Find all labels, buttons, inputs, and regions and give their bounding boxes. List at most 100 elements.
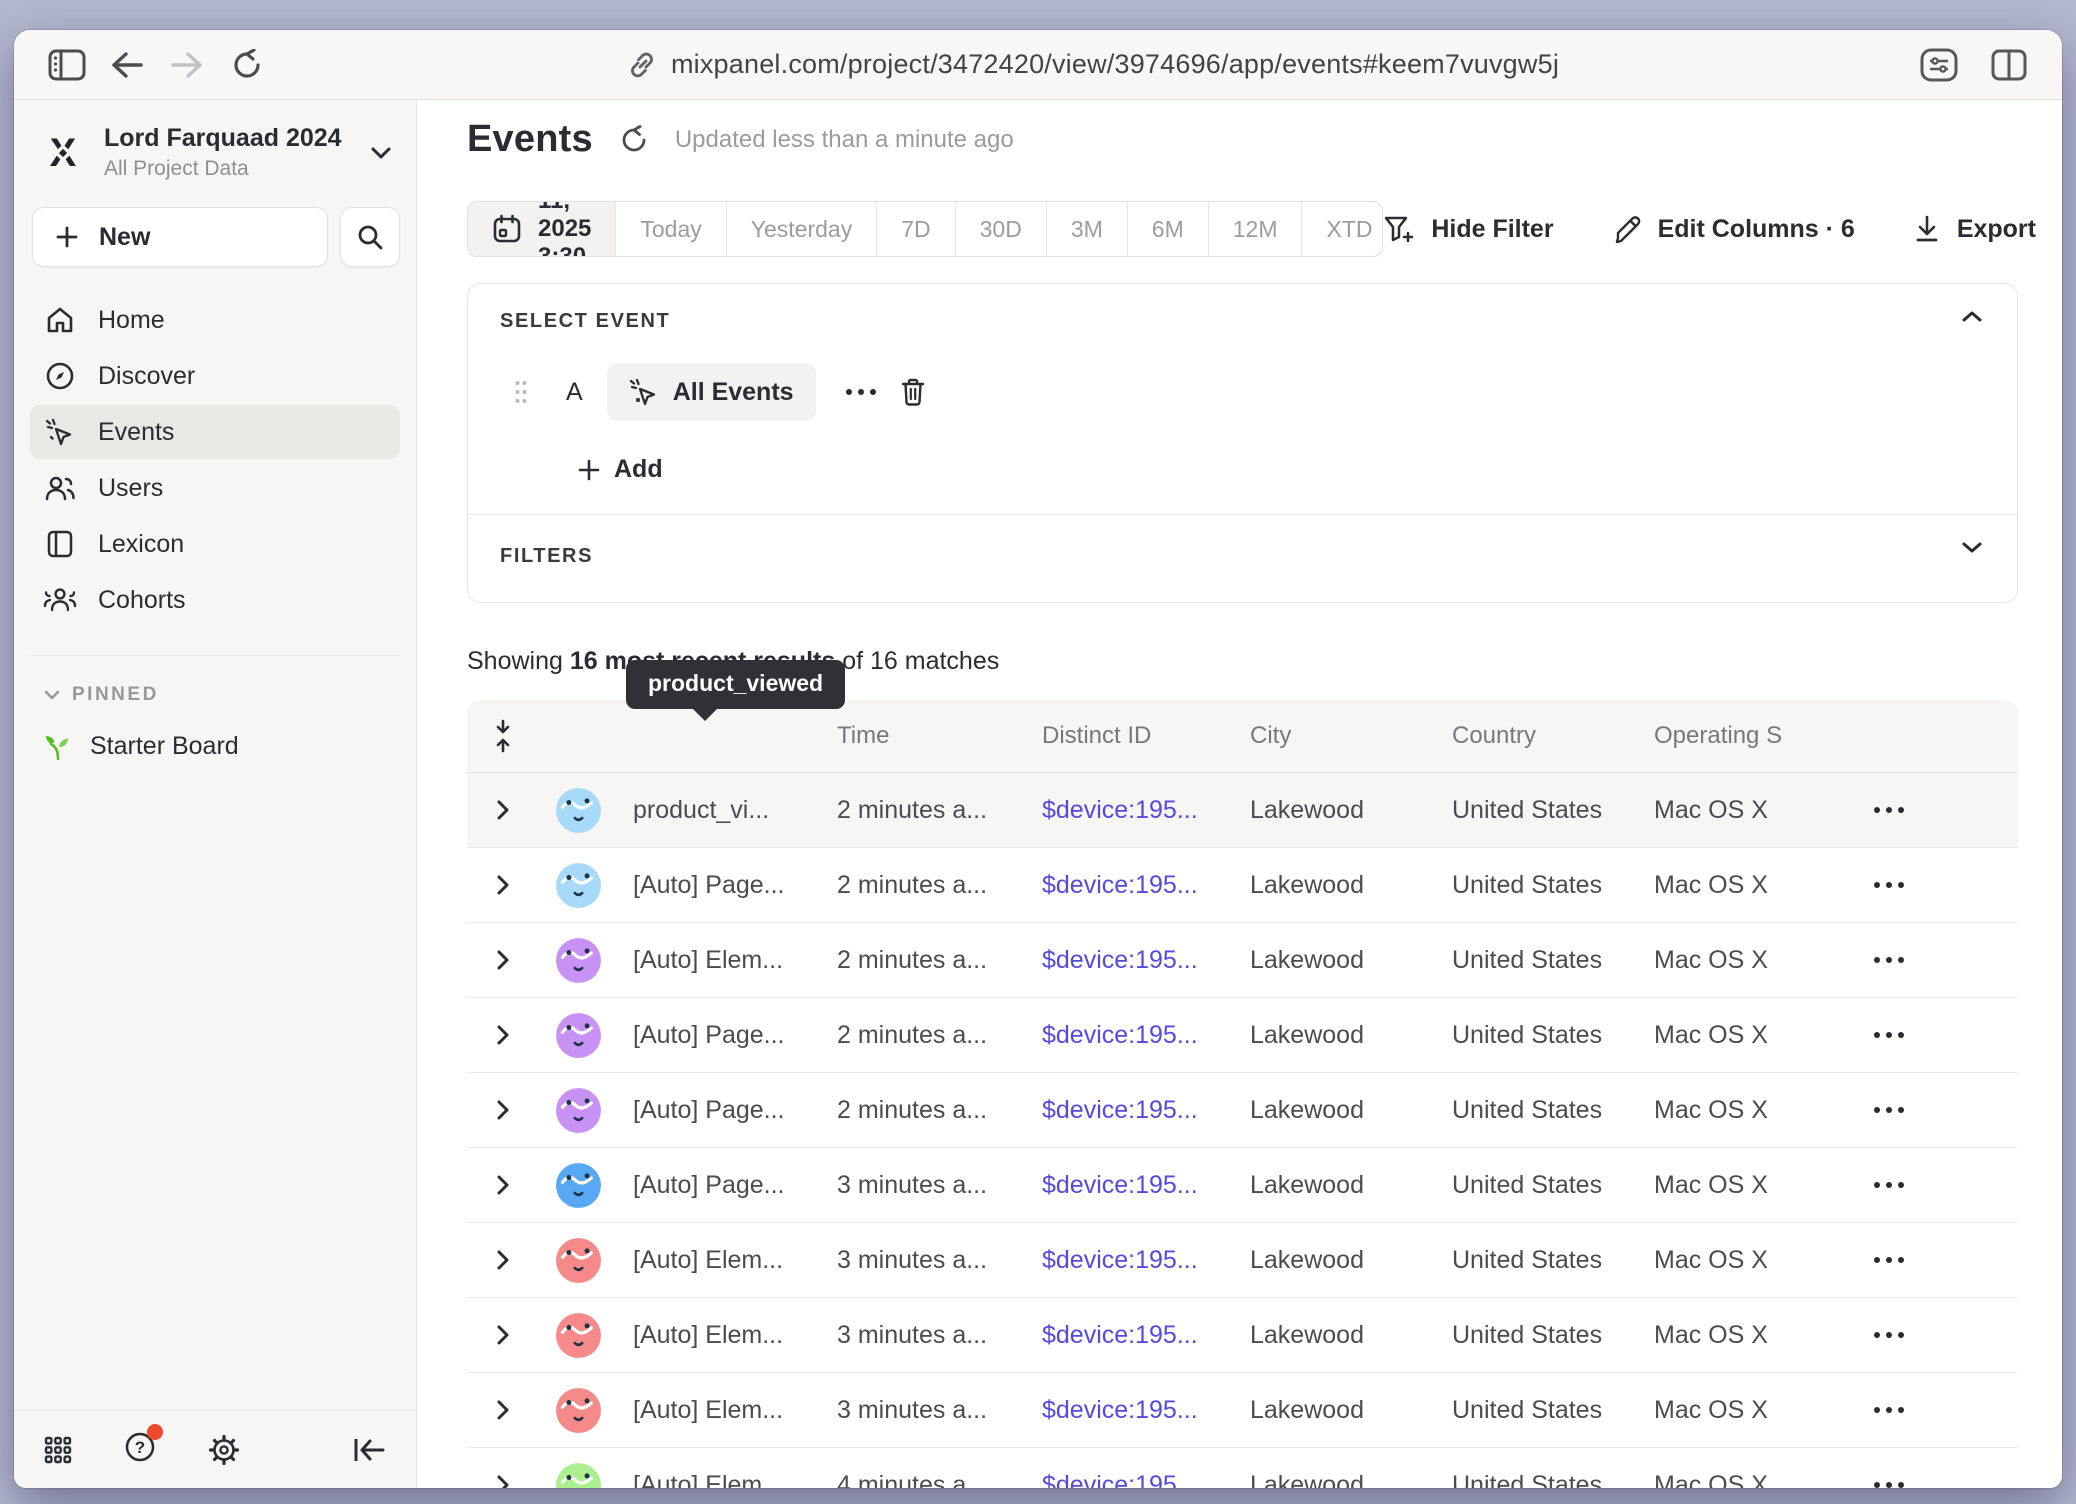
table-row[interactable]: [Auto] Elem... 3 minutes a... $device:19…: [467, 1372, 2018, 1447]
collapse-sidebar-icon[interactable]: [352, 1437, 386, 1463]
split-view-icon[interactable]: [1986, 42, 2032, 88]
sidebar-item-cohorts[interactable]: Cohorts: [30, 573, 400, 627]
row-actions-button[interactable]: [1874, 1332, 1904, 1338]
row-actions-button[interactable]: [1874, 1257, 1904, 1263]
column-header-os[interactable]: Operating S: [1646, 722, 1844, 750]
sidebar-item-events[interactable]: Events: [30, 405, 400, 459]
row-expand-chevron[interactable]: [496, 1249, 510, 1271]
row-actions-button[interactable]: [1874, 1407, 1904, 1413]
row-expand-chevron[interactable]: [496, 1399, 510, 1421]
row-actions-button[interactable]: [1874, 957, 1904, 963]
cell-distinct-id[interactable]: $device:195...: [1034, 871, 1242, 900]
column-header-time[interactable]: Time: [829, 722, 1034, 750]
table-row[interactable]: [Auto] Page... 2 minutes a... $device:19…: [467, 847, 2018, 922]
column-header-country[interactable]: Country: [1444, 722, 1646, 750]
apps-grid-icon[interactable]: [44, 1436, 72, 1464]
cell-distinct-id[interactable]: $device:195...: [1034, 1396, 1242, 1425]
drag-handle-icon[interactable]: [514, 379, 528, 405]
row-expand-chevron[interactable]: [496, 1099, 510, 1121]
row-expand-chevron[interactable]: [496, 1324, 510, 1346]
cell-distinct-id[interactable]: $device:195...: [1034, 1096, 1242, 1125]
table-row[interactable]: product_vi... 2 minutes a... $device:195…: [467, 772, 2018, 847]
preset-12m[interactable]: 12M: [1208, 202, 1302, 256]
cell-distinct-id[interactable]: $device:195...: [1034, 1321, 1242, 1350]
cell-distinct-id[interactable]: $device:195...: [1034, 1171, 1242, 1200]
cell-distinct-id[interactable]: $device:195...: [1034, 1246, 1242, 1275]
trash-icon[interactable]: [900, 377, 926, 407]
column-header-distinct-id[interactable]: Distinct ID: [1034, 722, 1242, 750]
preset-3m[interactable]: 3M: [1046, 202, 1127, 256]
table-row[interactable]: [Auto] Page... 2 minutes a... $device:19…: [467, 1072, 2018, 1147]
new-button[interactable]: New: [32, 207, 328, 267]
preset-30d[interactable]: 30D: [955, 202, 1046, 256]
event-row-label: A: [566, 378, 583, 407]
cell-country: United States: [1444, 1096, 1646, 1125]
collapse-rows-icon[interactable]: [492, 719, 514, 753]
row-expand-chevron[interactable]: [496, 949, 510, 971]
cell-distinct-id[interactable]: $device:195...: [1034, 1471, 1242, 1489]
cell-event-name: [Auto] Elem...: [625, 1246, 829, 1275]
sidebar-item-lexicon[interactable]: Lexicon: [30, 517, 400, 571]
table-row[interactable]: [Auto] Elem... 3 minutes a... $device:19…: [467, 1222, 2018, 1297]
sidebar-item-home[interactable]: Home: [30, 293, 400, 347]
refresh-icon[interactable]: [619, 125, 649, 155]
cell-distinct-id[interactable]: $device:195...: [1034, 946, 1242, 975]
row-expand-chevron[interactable]: [496, 1474, 510, 1488]
row-actions-button[interactable]: [1874, 1032, 1904, 1038]
row-actions-button[interactable]: [1874, 1482, 1904, 1488]
preset-yesterday[interactable]: Yesterday: [726, 202, 876, 256]
pencil-icon: [1612, 214, 1642, 244]
date-picker-button[interactable]: Mar 11, 2025 3:30 pm: [468, 202, 615, 256]
page-settings-icon[interactable]: [1916, 42, 1962, 88]
row-expand-chevron[interactable]: [496, 1024, 510, 1046]
reload-button[interactable]: [224, 42, 270, 88]
row-actions-button[interactable]: [1874, 1182, 1904, 1188]
cell-city: Lakewood: [1242, 1096, 1444, 1125]
row-expand-chevron[interactable]: [496, 1174, 510, 1196]
sidebar-item-starter-board[interactable]: Starter Board: [14, 706, 416, 761]
row-actions-button[interactable]: [1874, 1107, 1904, 1113]
table-row[interactable]: [Auto] Elem... 2 minutes a... $device:19…: [467, 922, 2018, 997]
table-row[interactable]: [Auto] Page... 3 minutes a... $device:19…: [467, 1147, 2018, 1222]
column-header-city[interactable]: City: [1242, 722, 1444, 750]
edit-columns-button[interactable]: Edit Columns · 6: [1612, 214, 1855, 244]
row-actions-button[interactable]: [1874, 807, 1904, 813]
hide-filter-button[interactable]: Hide Filter: [1383, 214, 1553, 244]
address-bar[interactable]: mixpanel.com/project/3472420/view/397469…: [284, 49, 1902, 80]
settings-gear-icon[interactable]: [208, 1434, 240, 1466]
export-button[interactable]: Export: [1913, 214, 2036, 244]
pinned-section-toggle[interactable]: PINNED: [14, 656, 416, 706]
row-expand-chevron[interactable]: [496, 799, 510, 821]
svg-text:?: ?: [135, 1438, 145, 1457]
sidebar-item-users[interactable]: Users: [30, 461, 400, 515]
preset-xtd[interactable]: XTD: [1301, 202, 1383, 256]
forward-button[interactable]: [164, 42, 210, 88]
chevron-down-icon[interactable]: [1961, 541, 1983, 554]
plus-icon: [55, 225, 79, 249]
chevron-up-icon[interactable]: [1961, 310, 1983, 323]
sidebar-item-discover[interactable]: Discover: [30, 349, 400, 403]
cell-city: Lakewood: [1242, 1396, 1444, 1425]
sidebar-item-label: Home: [98, 306, 165, 335]
cell-os: Mac OS X: [1646, 1246, 1844, 1275]
cell-event-name: [Auto] Elem...: [625, 1471, 829, 1489]
lexicon-icon: [46, 529, 74, 559]
back-button[interactable]: [104, 42, 150, 88]
table-row[interactable]: [Auto] Elem... 3 minutes a... $device:19…: [467, 1297, 2018, 1372]
row-actions-button[interactable]: [1874, 882, 1904, 888]
table-row[interactable]: [Auto] Page... 2 minutes a... $device:19…: [467, 997, 2018, 1072]
cell-distinct-id[interactable]: $device:195...: [1034, 796, 1242, 825]
preset-7d[interactable]: 7D: [876, 202, 954, 256]
project-switcher[interactable]: X Lord Farquaad 2024 All Project Data: [14, 100, 416, 187]
table-row[interactable]: [Auto] Elem... 4 minutes a... $device:19…: [467, 1447, 2018, 1488]
event-more-options-icon[interactable]: [846, 389, 876, 395]
row-expand-chevron[interactable]: [496, 874, 510, 896]
cell-time: 2 minutes a...: [829, 1021, 1034, 1050]
browser-sidebar-toggle-icon[interactable]: [44, 42, 90, 88]
preset-6m[interactable]: 6M: [1127, 202, 1208, 256]
cell-distinct-id[interactable]: $device:195...: [1034, 1021, 1242, 1050]
add-event-button[interactable]: Add: [500, 455, 1985, 484]
search-button[interactable]: [340, 207, 400, 267]
event-selector-chip[interactable]: All Events: [607, 363, 816, 421]
preset-today[interactable]: Today: [615, 202, 725, 256]
